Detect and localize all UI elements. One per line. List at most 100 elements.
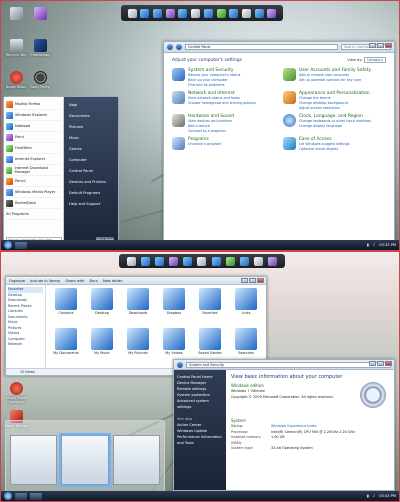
- category-network[interactable]: Network and Internet View network status …: [172, 91, 275, 111]
- start-place-item[interactable]: Pictures: [67, 122, 115, 132]
- dock-icon[interactable]: [225, 256, 235, 266]
- close-button[interactable]: [385, 361, 392, 366]
- category-appearance[interactable]: Appearance and Personalization Change the…: [283, 91, 386, 111]
- folder-item[interactable]: Favorites: [193, 288, 227, 326]
- taskbar-button[interactable]: [30, 492, 42, 500]
- dock-icon[interactable]: [211, 256, 221, 266]
- dock-icon[interactable]: [191, 8, 201, 18]
- category-user-accounts[interactable]: User Accounts and Family Safety Add or re…: [283, 68, 386, 88]
- network-icon[interactable]: ▮: [367, 494, 369, 498]
- start-place-item[interactable]: Devices and Printers: [67, 177, 115, 187]
- desktop-icon[interactable]: Photoshop: [27, 39, 53, 57]
- back-icon[interactable]: [167, 44, 173, 50]
- close-button[interactable]: [385, 43, 392, 48]
- nav-item[interactable]: Network: [8, 342, 43, 348]
- dock-icon[interactable]: [141, 256, 151, 266]
- volume-icon[interactable]: ♪: [373, 494, 375, 498]
- forward-icon[interactable]: [176, 44, 182, 50]
- maximize-button[interactable]: [377, 43, 384, 48]
- share-with-button[interactable]: Share with: [65, 279, 84, 283]
- desktop-icon[interactable]: Nagis Basis: [3, 71, 29, 89]
- burn-button[interactable]: Burn: [89, 279, 97, 283]
- sidebar-link[interactable]: Advanced system settings: [177, 398, 223, 410]
- address-bar[interactable]: Control Panel: [185, 44, 338, 50]
- start-menu-item[interactable]: Internet Explorer: [6, 154, 61, 165]
- start-menu-item[interactable]: Pencil: [6, 176, 61, 187]
- category-ease-of-access[interactable]: Ease of Access Let Windows suggest settin…: [283, 137, 386, 152]
- folder-item[interactable]: Contacts: [49, 288, 83, 326]
- view-by-dropdown[interactable]: Category: [363, 57, 386, 63]
- start-menu-item[interactable]: Windows Media Player: [6, 187, 61, 198]
- category-clock-region[interactable]: Clock, Language, and Region Change keyboa…: [283, 114, 386, 134]
- desktop-icon[interactable]: Angry Birds Seasons: [3, 382, 29, 404]
- maximize-button[interactable]: [249, 278, 256, 283]
- dock-icon[interactable]: [239, 256, 249, 266]
- dock-icon[interactable]: [254, 8, 264, 18]
- include-library-button[interactable]: Include in library: [30, 279, 60, 283]
- dock-icon[interactable]: [169, 256, 179, 266]
- category-programs[interactable]: Programs Uninstall a program: [172, 137, 275, 152]
- desktop-icon[interactable]: Recycle Bin: [3, 39, 29, 57]
- clock[interactable]: 03:33 PM: [379, 494, 396, 498]
- folder-item[interactable]: My Pictures: [121, 328, 155, 366]
- start-menu-item[interactable]: Notepad: [6, 121, 61, 132]
- start-menu-item[interactable]: Internet Download Manager: [6, 165, 61, 176]
- folder-item[interactable]: My Documents: [49, 328, 83, 366]
- dock-icon[interactable]: [267, 8, 277, 18]
- start-menu-item[interactable]: RocketDock: [6, 198, 61, 209]
- dock-icon[interactable]: [140, 8, 150, 18]
- desktop-icon[interactable]: Sony Party: [27, 71, 53, 89]
- start-place-item[interactable]: Nagi: [67, 100, 115, 110]
- taskbar-button[interactable]: [15, 241, 27, 249]
- folder-item[interactable]: My Music: [85, 328, 119, 366]
- start-button[interactable]: [4, 241, 12, 249]
- start-place-item[interactable]: Computer: [67, 155, 115, 165]
- dock-icon[interactable]: [253, 256, 263, 266]
- network-icon[interactable]: ▮: [367, 243, 369, 247]
- dock-icon[interactable]: [127, 8, 137, 18]
- start-place-item[interactable]: Music: [67, 133, 115, 143]
- dock-icon[interactable]: [153, 8, 163, 18]
- folder-item[interactable]: Dropbox: [157, 288, 191, 326]
- start-menu-item[interactable]: FrostWire: [6, 143, 61, 154]
- folder-item[interactable]: Downloads: [121, 288, 155, 326]
- start-place-item[interactable]: Control Panel: [67, 166, 115, 176]
- dock-icon[interactable]: [197, 256, 207, 266]
- minimize-button[interactable]: [369, 43, 376, 48]
- address-bar[interactable]: System and Security: [186, 361, 391, 368]
- organize-button[interactable]: Organize: [9, 279, 25, 283]
- dock-icon[interactable]: [216, 8, 226, 18]
- desktop-icon[interactable]: [27, 7, 53, 21]
- dock-icon[interactable]: [155, 256, 165, 266]
- dock-icon[interactable]: [267, 256, 277, 266]
- dock-icon[interactable]: [183, 256, 193, 266]
- window-thumbnail[interactable]: [10, 435, 58, 485]
- dock-icon[interactable]: [229, 8, 239, 18]
- category-system-security[interactable]: System and Security Review your computer'…: [172, 68, 275, 88]
- back-icon[interactable]: [177, 361, 183, 368]
- dock-icon[interactable]: [178, 8, 188, 18]
- folder-item[interactable]: Desktop: [85, 288, 119, 326]
- start-menu-item[interactable]: Paint: [6, 132, 61, 143]
- dock-icon[interactable]: [203, 8, 213, 18]
- dock-icon[interactable]: [165, 8, 175, 18]
- new-folder-button[interactable]: New folder: [103, 279, 122, 283]
- window-thumbnail[interactable]: [112, 435, 160, 485]
- dock-icon[interactable]: [241, 8, 251, 18]
- start-menu-item[interactable]: Mozilla Firefox: [6, 99, 61, 110]
- sidebar-link[interactable]: Performance Information and Tools: [177, 434, 223, 446]
- dock-icon[interactable]: [127, 256, 137, 266]
- start-place-item[interactable]: Help and Support: [67, 199, 115, 209]
- start-place-item[interactable]: Documents: [67, 111, 115, 121]
- start-menu-item[interactable]: Windows Explorer: [6, 110, 61, 121]
- maximize-button[interactable]: [377, 361, 384, 366]
- start-button[interactable]: [4, 492, 12, 500]
- window-thumbnail[interactable]: [59, 433, 111, 487]
- taskbar-button[interactable]: [15, 492, 27, 500]
- minimize-button[interactable]: [369, 361, 376, 366]
- volume-icon[interactable]: ♪: [373, 243, 375, 247]
- start-place-item[interactable]: Default Programs: [67, 188, 115, 198]
- minimize-button[interactable]: [241, 278, 248, 283]
- close-button[interactable]: [257, 278, 264, 283]
- category-hardware[interactable]: Hardware and Sound View devices and print…: [172, 114, 275, 134]
